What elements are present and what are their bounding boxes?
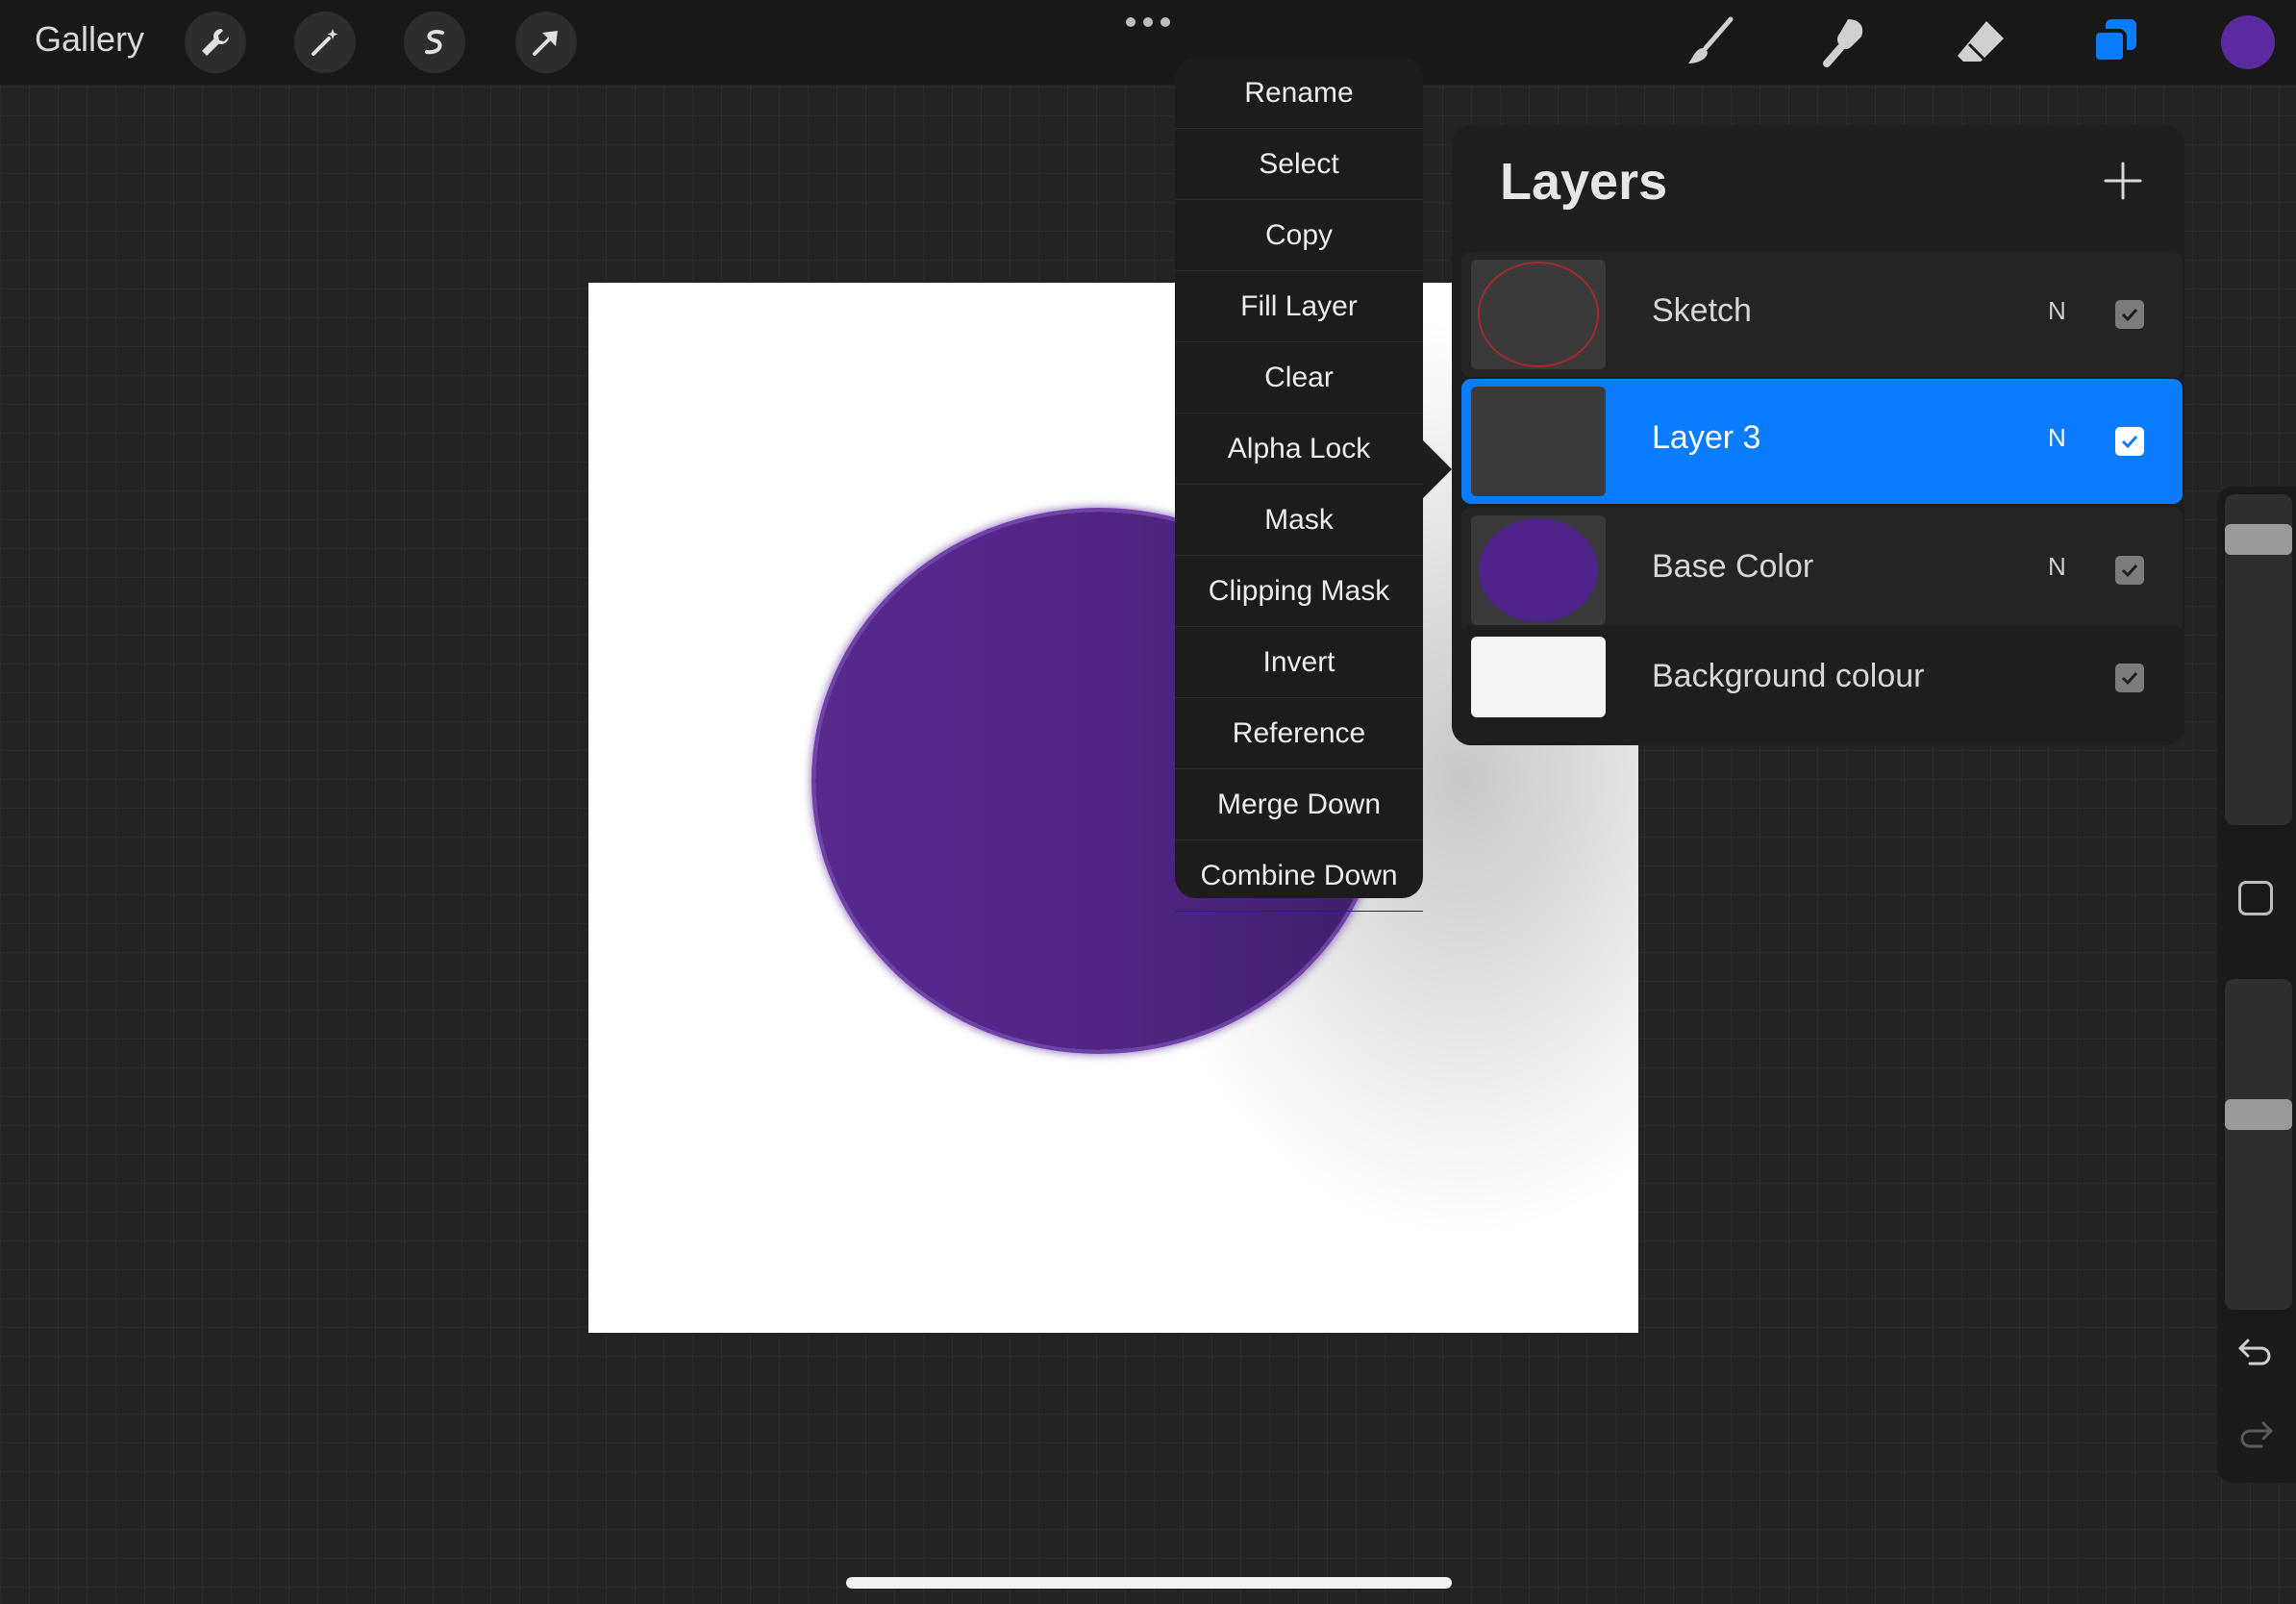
modify-button[interactable]	[2238, 881, 2273, 915]
layer-name: Background colour	[1652, 658, 1925, 694]
gallery-button[interactable]: Gallery	[35, 19, 144, 60]
opacity-slider-handle[interactable]	[2225, 1098, 2292, 1130]
layers-panel: Layers Sketch N Layer 3 N Base Color N B…	[1452, 125, 2184, 745]
transform-arrow-icon[interactable]	[515, 12, 577, 73]
menu-item-merge-down[interactable]: Merge Down	[1175, 769, 1423, 840]
blend-mode-button[interactable]: N	[2048, 296, 2066, 326]
layer-thumbnail[interactable]	[1471, 637, 1606, 717]
eraser-icon[interactable]	[1952, 13, 2009, 71]
layer-name: Base Color	[1652, 548, 1814, 585]
brush-icon[interactable]	[1683, 13, 1740, 71]
right-sidebar	[2217, 487, 2296, 1483]
magic-wand-icon[interactable]	[294, 12, 356, 73]
undo-icon[interactable]	[2236, 1333, 2275, 1371]
menu-item-fill-layer[interactable]: Fill Layer	[1175, 271, 1423, 342]
layer-name: Layer 3	[1652, 419, 1761, 456]
layer-thumbnail[interactable]	[1471, 260, 1606, 369]
layer-row-layer-3[interactable]: Layer 3 N	[1461, 379, 2183, 504]
layer-row-base-color[interactable]: Base Color N	[1461, 508, 2183, 633]
selection-icon[interactable]	[404, 12, 465, 73]
menu-item-reference[interactable]: Reference	[1175, 698, 1423, 769]
layer-thumbnail[interactable]	[1471, 515, 1606, 625]
menu-item-combine-down[interactable]: Combine Down	[1175, 840, 1423, 912]
checkmark-icon	[2121, 564, 2138, 578]
layer-visibility-checkbox[interactable]	[2115, 427, 2144, 456]
menu-item-invert[interactable]: Invert	[1175, 627, 1423, 698]
more-options-icon[interactable]	[1125, 16, 1171, 28]
brush-size-slider-handle[interactable]	[2225, 524, 2292, 556]
layer-options-menu: Rename Select Copy Fill Layer Clear Alph…	[1175, 58, 1452, 912]
checkmark-icon	[2121, 435, 2138, 449]
layer-visibility-checkbox[interactable]	[2115, 556, 2144, 585]
menu-item-copy[interactable]: Copy	[1175, 200, 1423, 271]
opacity-slider[interactable]	[2225, 979, 2292, 1310]
menu-item-clear[interactable]: Clear	[1175, 342, 1423, 414]
menu-item-mask[interactable]: Mask	[1175, 485, 1423, 556]
checkmark-icon	[2121, 671, 2138, 686]
layer-visibility-checkbox[interactable]	[2115, 664, 2144, 692]
color-picker-button[interactable]	[2221, 15, 2275, 69]
layers-panel-title: Layers	[1500, 153, 1668, 211]
layer-row-sketch[interactable]: Sketch N	[1461, 252, 2183, 377]
layer-row-background-colour[interactable]: Background colour	[1461, 625, 2183, 733]
menu-item-rename[interactable]: Rename	[1175, 58, 1423, 129]
redo-icon[interactable]	[2236, 1416, 2275, 1454]
checkmark-icon	[2121, 308, 2138, 322]
menu-item-clipping-mask[interactable]: Clipping Mask	[1175, 556, 1423, 627]
menu-item-select[interactable]: Select	[1175, 129, 1423, 200]
wrench-icon[interactable]	[185, 12, 246, 73]
layers-icon[interactable]	[2086, 13, 2144, 71]
menu-pointer-arrow	[1423, 440, 1452, 498]
menu-item-alpha-lock[interactable]: Alpha Lock	[1175, 414, 1423, 485]
home-indicator[interactable]	[846, 1577, 1452, 1589]
layer-thumbnail[interactable]	[1471, 387, 1606, 496]
blend-mode-button[interactable]: N	[2048, 423, 2066, 453]
layer-name: Sketch	[1652, 292, 1752, 329]
layer-visibility-checkbox[interactable]	[2115, 300, 2144, 329]
blend-mode-button[interactable]: N	[2048, 552, 2066, 582]
add-layer-plus-icon[interactable]	[2102, 160, 2144, 202]
smudge-icon[interactable]	[1817, 13, 1875, 71]
top-toolbar: Gallery	[0, 0, 2296, 85]
